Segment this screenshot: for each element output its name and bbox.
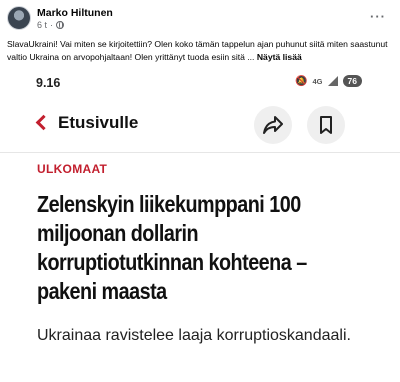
- avatar[interactable]: [7, 6, 31, 30]
- article-headline: Zelenskyin liikekumppani 100 miljoonan d…: [37, 191, 307, 304]
- post-body: SlavaUkraini! Vai miten se kirjoitettiin…: [7, 39, 388, 62]
- globe-icon: [56, 21, 65, 29]
- article-category[interactable]: ULKOMAAT: [37, 162, 107, 176]
- back-link[interactable]: Etusivulle: [58, 113, 138, 133]
- article-nav: Etusivulle: [0, 103, 400, 147]
- post-author[interactable]: Marko Hiltunen: [37, 7, 113, 19]
- divider: [0, 152, 400, 153]
- post-meta: 6 t ·: [37, 20, 65, 30]
- post-time[interactable]: 6 t: [37, 20, 47, 30]
- share-icon: [263, 116, 283, 134]
- meta-separator: ·: [50, 20, 54, 30]
- status-bar: 9.16 🔕 4G 76: [0, 72, 400, 94]
- article-subheadline: Ukrainaa ravistelee laaja korruptioskand…: [37, 327, 351, 344]
- bookmark-icon: [320, 116, 332, 134]
- network-label: 4G: [312, 76, 323, 86]
- back-chevron-icon[interactable]: [35, 114, 52, 131]
- status-time: 9.16: [36, 76, 61, 90]
- mute-icon: 🔕: [295, 75, 308, 87]
- signal-icon: [327, 76, 338, 86]
- post-text: SlavaUkraini! Vai miten se kirjoitettiin…: [7, 38, 395, 64]
- share-button[interactable]: [254, 106, 292, 144]
- bookmark-button[interactable]: [307, 106, 345, 144]
- battery-indicator: 76: [342, 75, 362, 87]
- see-more-link[interactable]: Näytä lisää: [257, 52, 302, 62]
- more-options-icon[interactable]: ···: [370, 9, 386, 24]
- post-header: Marko Hiltunen 6 t · ···: [0, 0, 400, 34]
- shared-screenshot[interactable]: 9.16 🔕 4G 76 Etusivulle ULKOMAAT Zelensk…: [0, 72, 400, 382]
- status-icons: 🔕 4G 76: [295, 75, 362, 87]
